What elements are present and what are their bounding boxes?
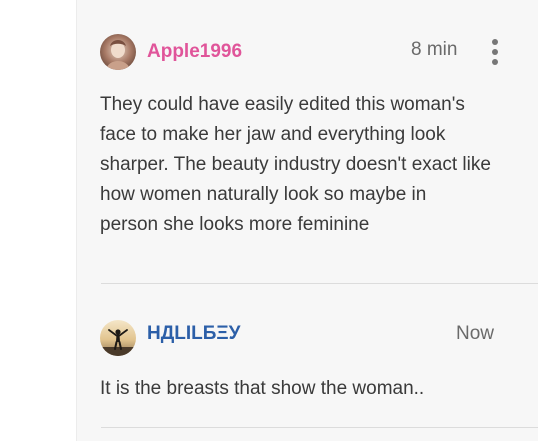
comment-line: They could have easily edited this woman… <box>100 94 465 115</box>
comment-item: НДLILБΞУ Now It is the breasts that show… <box>77 284 538 427</box>
photo-avatar-icon <box>100 34 136 70</box>
comment-line: It is the breasts that show the woman.. <box>100 378 425 399</box>
comment-line: face to make her jaw and everything look <box>100 124 446 145</box>
comment-item: Apple1996 8 min They could have easily e… <box>77 0 538 283</box>
comment-line: how women naturally look so maybe in <box>100 184 427 205</box>
user-avatar[interactable] <box>100 320 136 356</box>
comment-line: person she looks more feminine <box>100 214 370 235</box>
comment-body: It is the breasts that show the woman.. <box>100 374 530 404</box>
comment-username[interactable]: Apple1996 <box>147 40 242 64</box>
comment-body: They could have easily edited this woman… <box>100 90 530 240</box>
silhouette-avatar-icon <box>100 320 136 356</box>
comment-username[interactable]: НДLILБΞУ <box>147 322 240 346</box>
user-avatar[interactable] <box>100 34 136 70</box>
comments-panel: Apple1996 8 min They could have easily e… <box>76 0 538 441</box>
comment-timestamp: Now <box>456 323 495 344</box>
comment-divider <box>101 427 538 428</box>
comment-timestamp: 8 min <box>411 39 458 60</box>
more-vertical-icon[interactable] <box>490 39 500 65</box>
comment-line: sharper. The beauty industry doesn't exa… <box>100 154 491 175</box>
